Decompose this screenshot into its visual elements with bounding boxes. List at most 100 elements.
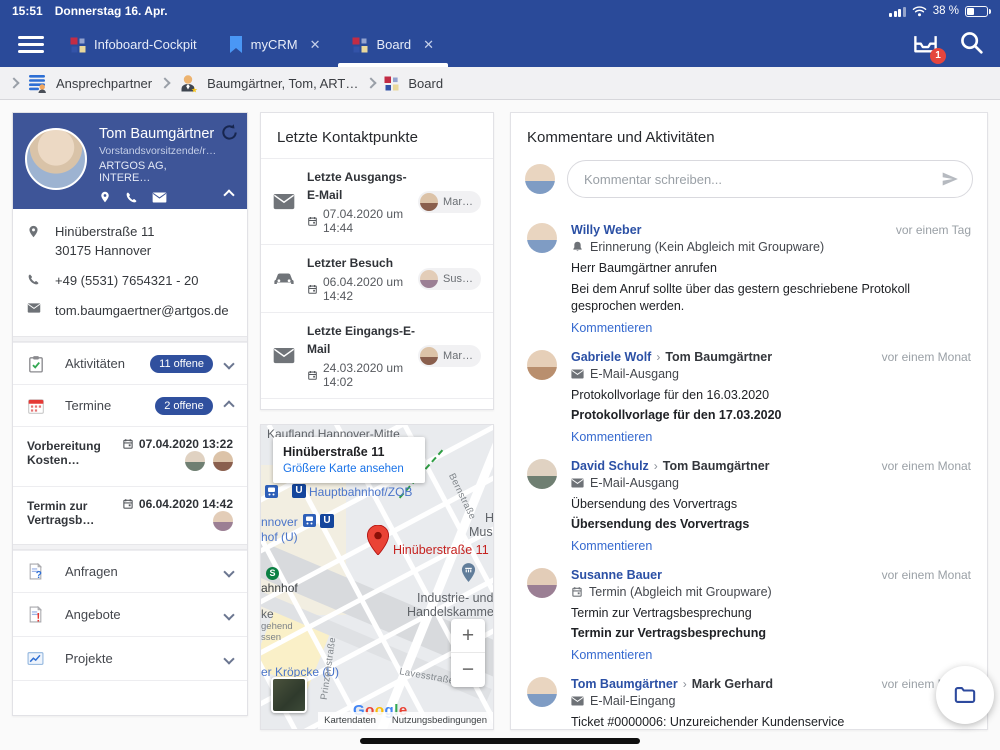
tab-label: Infoboard-Cockpit: [94, 37, 197, 52]
contact-address[interactable]: Hinüberstraße 11 30175 Hannover: [27, 223, 233, 261]
map-attribution: Kartendaten Nutzungsbedingungen: [318, 712, 493, 729]
phone-icon[interactable]: [125, 191, 138, 204]
comment-time: vor einem Tag: [895, 223, 971, 237]
section-aktivitaeten[interactable]: Aktivitäten 11 offene: [13, 342, 247, 384]
kommentieren-link[interactable]: Kommentieren: [571, 539, 652, 553]
tab-board[interactable]: Board ✕: [336, 22, 450, 67]
tab-close-icon[interactable]: ✕: [423, 37, 434, 53]
termin-datetime: 07.04.2020 13:22: [138, 437, 233, 452]
kontaktpunkt-row[interactable]: Letzter Besuch 06.04.2020 um 14:42 Sus…: [261, 244, 493, 312]
send-icon[interactable]: [941, 170, 959, 188]
kontaktpunkt-datetime: 07.04.2020 um 14:44: [323, 207, 404, 235]
comment-author-link[interactable]: Willy Weber: [571, 223, 642, 237]
map-label-transit: nnover: [261, 515, 298, 529]
satellite-toggle-thumbnail[interactable]: [271, 677, 307, 713]
section-angebote[interactable]: ! Angebote: [13, 592, 247, 636]
section-projekte[interactable]: Projekte: [13, 636, 247, 680]
comment-author-link[interactable]: David Schulz: [571, 459, 649, 473]
breadcrumb-item-contact[interactable]: Baumgärtner, Tom, ART…: [207, 76, 358, 91]
map-label-transit: Hauptbahnhof/ZOB: [309, 485, 413, 499]
menu-button[interactable]: [8, 22, 54, 67]
museum-pin-icon: [461, 563, 476, 587]
wifi-icon: [912, 5, 927, 17]
person-chip[interactable]: Sus…: [418, 267, 481, 290]
comment-author-link[interactable]: Tom Baumgärtner: [571, 677, 678, 691]
nutzungsbedingungen-link[interactable]: Nutzungsbedingungen: [392, 715, 487, 726]
map-canvas[interactable]: Kaufland Hannover-Mitte U Hauptbahnhof/Z…: [261, 425, 493, 729]
tram-icon: [265, 485, 278, 503]
app-grid-icon: [352, 37, 368, 53]
kommentieren-link[interactable]: Kommentieren: [571, 648, 652, 662]
battery-icon: [965, 5, 991, 17]
bell-icon: [571, 240, 584, 254]
comment-input[interactable]: [567, 160, 973, 198]
contact-company[interactable]: ARTGOS AG, INTERE…: [99, 160, 219, 184]
kommentieren-link[interactable]: Kommentieren: [571, 430, 652, 444]
termin-datetime: 06.04.2020 14:42: [138, 497, 233, 512]
kontaktpunkt-row[interactable]: Letzte Ausgangs-E-Mail 07.04.2020 um 14:…: [261, 158, 493, 244]
avatar: [527, 223, 557, 253]
comment-time: vor einem Monat: [881, 349, 971, 364]
section-label: Aktivitäten: [65, 356, 125, 372]
svg-text:!: !: [36, 612, 40, 623]
refresh-icon[interactable]: [220, 123, 239, 142]
top-bar: 15:51 Donnerstag 16. Apr. 38 % Infoboard…: [0, 0, 1000, 67]
person-chip-label: Mar…: [443, 349, 473, 362]
person-chip[interactable]: Mar…: [418, 190, 481, 213]
zoom-in-button[interactable]: +: [451, 619, 485, 653]
location-pin-icon[interactable]: [99, 190, 111, 204]
map-pin-icon[interactable]: [366, 524, 390, 560]
avatar: [213, 451, 233, 472]
collapse-chevron-icon[interactable]: [223, 189, 235, 201]
termin-entry[interactable]: Vorbereitung Kosten… 07.04.2020 13:22: [13, 426, 247, 486]
tab-infoboard-cockpit[interactable]: Infoboard-Cockpit: [54, 22, 213, 67]
person-icon: ★: [178, 73, 198, 93]
comment-author-link[interactable]: Susanne Bauer: [571, 568, 662, 582]
map-panel: Kaufland Hannover-Mitte U Hauptbahnhof/Z…: [260, 424, 494, 730]
section-termine[interactable]: Termine 2 offene: [13, 384, 247, 426]
avatar: [527, 349, 557, 380]
home-indicator[interactable]: [360, 738, 640, 744]
calendar-small-icon: [571, 586, 583, 598]
search-button[interactable]: [959, 30, 984, 60]
calendar-small-icon: [122, 438, 134, 450]
person-chip[interactable]: Mar…: [418, 344, 481, 367]
comment-target: Tom Baumgärtner: [662, 458, 770, 473]
tab-strip: Infoboard-Cockpit myCRM ✕ Board ✕ 1: [0, 22, 1000, 67]
map-label: Handelskammer…: [407, 605, 494, 619]
status-bar: 15:51 Donnerstag 16. Apr. 38 %: [0, 0, 1000, 22]
contact-phone[interactable]: +49 (5531) 7654321 - 20: [27, 272, 233, 291]
cellular-signal-icon: [889, 6, 906, 17]
termin-entry[interactable]: Termin zur Vertragsb… 06.04.2020 14:42: [13, 486, 247, 544]
chevron-down-icon: [223, 609, 235, 621]
breadcrumb-item-ansprechpartner[interactable]: Ansprechpartner: [56, 76, 152, 91]
comment-author-link[interactable]: Gabriele Wolf: [571, 350, 651, 364]
kartendaten-link[interactable]: Kartendaten: [324, 715, 376, 726]
section-label: Anfragen: [65, 564, 118, 580]
contact-list-icon: [27, 74, 47, 93]
folder-fab-button[interactable]: [936, 666, 994, 724]
clipboard-check-icon: [27, 355, 47, 373]
kontaktpunkte-panel: Letzte Kontaktpunkte Letzte Ausgangs-E-M…: [260, 112, 494, 410]
section-anfragen[interactable]: ? Anfragen: [13, 550, 247, 592]
chevron-up-icon: [223, 400, 235, 412]
kontaktpunkt-label: Letzte Ausgangs-E-Mail: [307, 170, 407, 202]
empty-section: [13, 680, 247, 715]
comment-type: Erinnerung (Kein Abgleich mit Groupware): [590, 240, 825, 254]
breadcrumb: Ansprechpartner ★ Baumgärtner, Tom, ART……: [0, 67, 1000, 100]
contact-email[interactable]: tom.baumgaertner@artgos.de: [27, 302, 233, 321]
kontaktpunkt-row[interactable]: Letzte Eingangs-E-Mail 24.03.2020 um 14:…: [261, 312, 493, 399]
breadcrumb-item-board[interactable]: Board: [408, 76, 443, 91]
kommentieren-link[interactable]: Kommentieren: [571, 321, 652, 335]
map-label: ahnhof: [261, 581, 298, 595]
tab-mycrm[interactable]: myCRM ✕: [213, 22, 337, 67]
zoom-out-button[interactable]: −: [451, 653, 485, 687]
battery-percent: 38 %: [932, 5, 959, 17]
mail-icon[interactable]: [152, 191, 167, 203]
comment-subject: Ticket #0000006: Unzureichender Kundense…: [571, 714, 845, 729]
kontaktpunkt-datetime: 06.04.2020 um 14:42: [323, 275, 404, 303]
tab-close-icon[interactable]: ✕: [310, 37, 321, 53]
contact-name: Tom Baumgärtner: [99, 126, 215, 142]
notifications-button[interactable]: 1: [912, 30, 946, 64]
larger-map-link[interactable]: Größere Karte ansehen: [283, 463, 415, 475]
